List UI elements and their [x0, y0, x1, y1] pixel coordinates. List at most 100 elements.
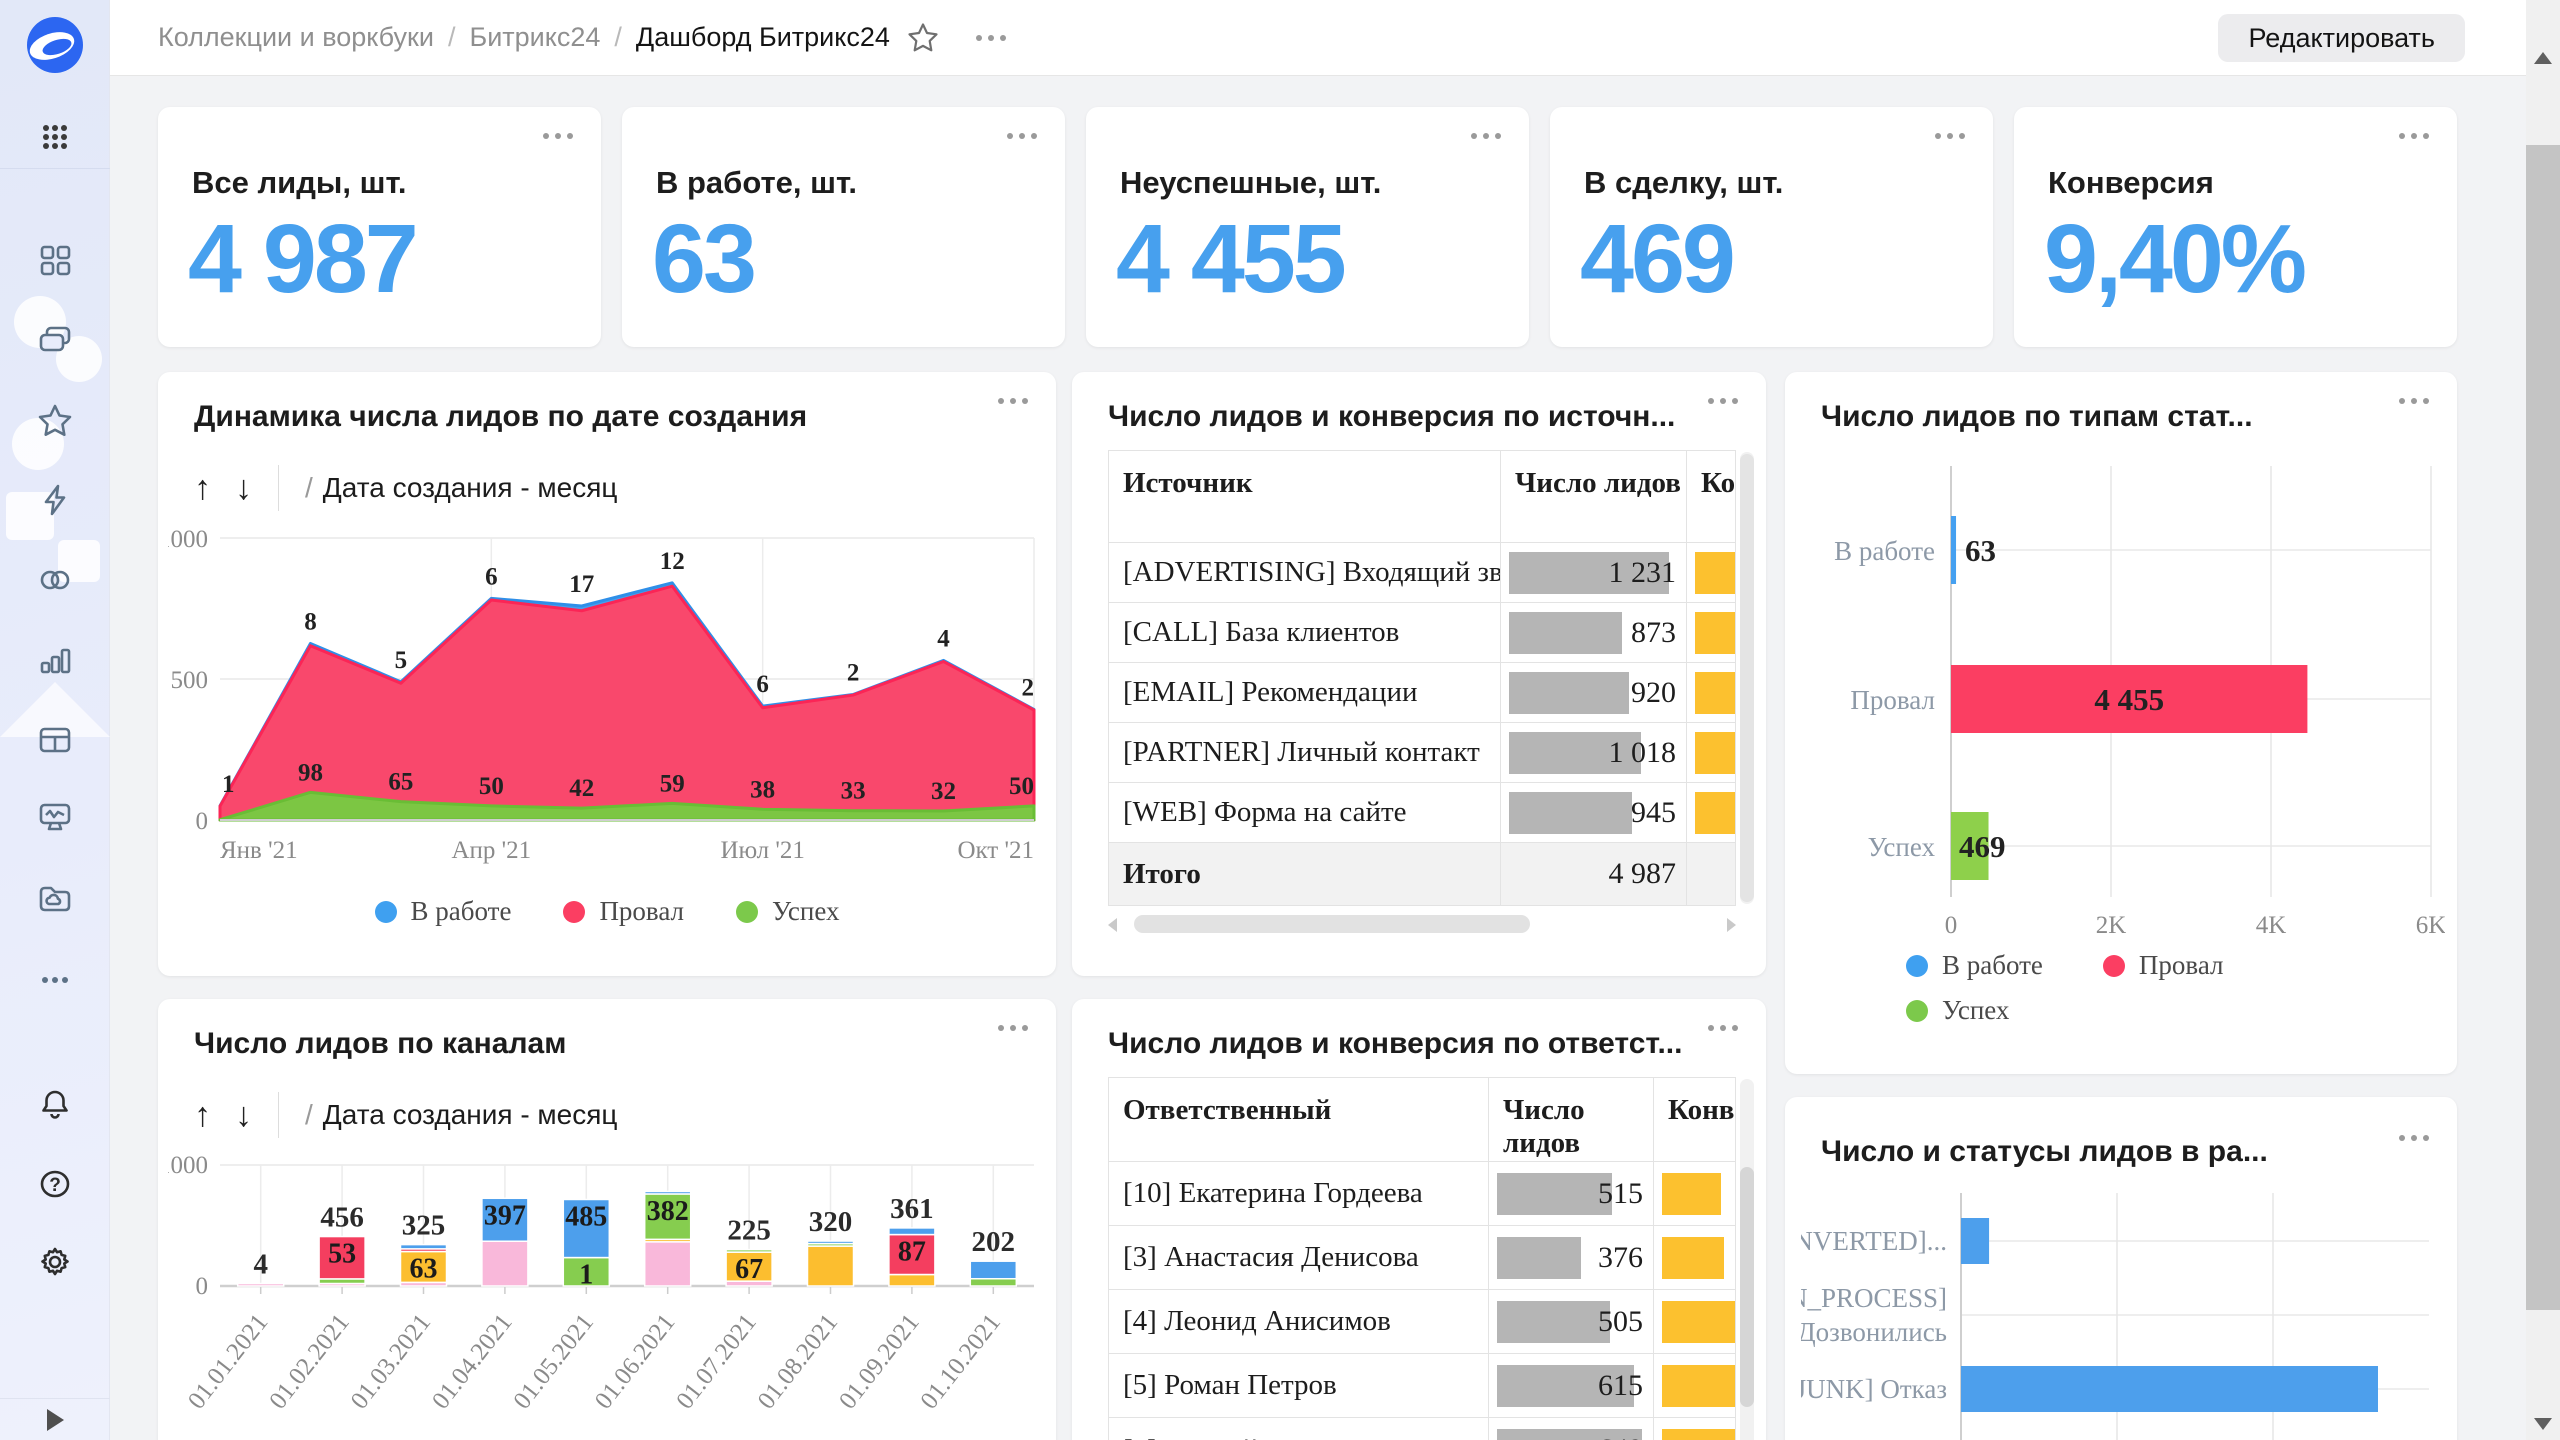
dashboard-more-menu-icon[interactable] — [976, 35, 1006, 41]
drilldown-label[interactable]: Дата создания - месяц — [323, 1099, 618, 1131]
svg-text:325: 325 — [402, 1210, 446, 1242]
source-name: [EMAIL] Рекомендации — [1109, 663, 1501, 722]
svg-text:67: 67 — [735, 1254, 763, 1285]
card-leads-by-source: Число лидов и конверсия по источн... Ист… — [1072, 372, 1766, 976]
monitoring-icon[interactable] — [0, 786, 110, 850]
notifications-bell-icon[interactable] — [0, 1072, 110, 1136]
legend-label: В работе — [1942, 950, 2043, 981]
legend-label: Провал — [599, 896, 684, 927]
legend-dot-blue — [375, 901, 397, 923]
favorite-star-icon[interactable] — [906, 21, 940, 55]
tables-icon[interactable] — [0, 708, 110, 772]
drilldown-label[interactable]: Дата создания - месяц — [323, 472, 618, 504]
svg-text:59: 59 — [660, 770, 685, 797]
card-menu-icon[interactable] — [2399, 133, 2429, 139]
card-leads-by-status-type: Число лидов по типам стат... 634 455469В… — [1785, 372, 2457, 1074]
card-menu-icon[interactable] — [1007, 133, 1037, 139]
more-icon[interactable] — [0, 948, 110, 1012]
breadcrumb-collections[interactable]: Коллекции и воркбуки — [158, 22, 434, 53]
svg-text:12: 12 — [660, 548, 685, 575]
svg-text:[IN_PROCESS]: [IN_PROCESS] — [1801, 1283, 1947, 1313]
legend-item-v-rabote[interactable]: В работе — [375, 896, 512, 927]
svg-text:500: 500 — [171, 667, 209, 694]
sidebar-expand-button[interactable] — [0, 1398, 110, 1440]
card-menu-icon[interactable] — [1935, 133, 1965, 139]
card-menu-icon[interactable] — [998, 1025, 1028, 1031]
scroll-thumb[interactable] — [1134, 915, 1530, 933]
svg-text:2K: 2K — [2096, 912, 2127, 939]
card-menu-icon[interactable] — [2399, 398, 2429, 404]
column-header-responsible[interactable]: Ответственный — [1109, 1078, 1489, 1161]
scroll-down-arrow-icon[interactable] — [2534, 1418, 2552, 1430]
column-header-conversion[interactable]: Конверсия — [1687, 451, 1736, 542]
kpi-card-deals: В сделку, шт. 469 — [1550, 107, 1993, 347]
svg-text:98: 98 — [298, 759, 323, 786]
conversion-bar — [1662, 1173, 1721, 1215]
legend-dot-red — [2103, 955, 2125, 977]
sidebar: ? — [0, 0, 110, 1440]
svg-text:[CONVERTED]...: [CONVERTED]... — [1801, 1226, 1947, 1256]
svg-text:0: 0 — [196, 1273, 209, 1300]
table-vertical-scrollbar[interactable] — [1740, 1079, 1754, 1440]
scroll-up-arrow-icon[interactable] — [2534, 52, 2552, 64]
responsible-name: [6] Андрей Бутов — [1109, 1418, 1489, 1440]
legend-item-uspeh[interactable]: Успех — [736, 896, 839, 927]
collections-icon[interactable] — [0, 308, 110, 372]
datalens-logo-icon[interactable] — [26, 16, 84, 74]
apps-grid-icon[interactable] — [0, 105, 110, 169]
sort-desc-icon[interactable]: ↓ — [235, 1098, 252, 1132]
card-menu-icon[interactable] — [1708, 1025, 1738, 1031]
sort-asc-icon[interactable]: ↑ — [194, 471, 211, 505]
card-menu-icon[interactable] — [998, 398, 1028, 404]
svg-text:485: 485 — [565, 1201, 607, 1232]
leads-value: 515 — [1598, 1177, 1643, 1211]
edit-button[interactable]: Редактировать — [2218, 14, 2465, 62]
table-row: [EMAIL] Рекомендации 920 — [1109, 663, 1735, 723]
svg-text:В работе: В работе — [1834, 536, 1935, 566]
card-leads-by-responsible: Число лидов и конверсия по ответст... От… — [1072, 999, 1766, 1440]
card-menu-icon[interactable] — [2399, 1135, 2429, 1141]
sort-asc-icon[interactable]: ↑ — [194, 1098, 211, 1132]
legend-item-uspeh[interactable]: Успех — [1906, 995, 2009, 1026]
table-vertical-scrollbar[interactable] — [1740, 452, 1754, 904]
sources-table: Источник Число лидов Конверсия [ADVERTIS… — [1108, 450, 1736, 906]
top-header: Коллекции и воркбуки / Битрикс24 / Дашбо… — [110, 0, 2560, 76]
pages-icon[interactable] — [0, 228, 110, 292]
leads-value: 615 — [1598, 1369, 1643, 1403]
svg-text:456: 456 — [320, 1202, 364, 1234]
datalens-dashboard: ? Коллекции и воркбуки / Битрикс24 / Даш… — [0, 0, 2560, 1440]
sort-desc-icon[interactable]: ↓ — [235, 471, 252, 505]
functions-lightning-icon[interactable] — [0, 468, 110, 532]
page-scrollbar[interactable] — [2526, 0, 2560, 1440]
column-header-conversion[interactable]: Конверсия — [1654, 1078, 1736, 1161]
page-scroll-thumb[interactable] — [2526, 145, 2560, 1310]
kpi-title: Все лиды, шт. — [192, 165, 407, 201]
column-header-leads[interactable]: Число лидов — [1501, 451, 1687, 542]
column-header-leads[interactable]: Число лидов — [1489, 1078, 1654, 1161]
card-menu-icon[interactable] — [543, 133, 573, 139]
legend-item-proval[interactable]: Провал — [2103, 950, 2224, 981]
breadcrumb-current-dashboard: Дашборд Битрикс24 — [636, 22, 890, 53]
column-header-source[interactable]: Источник — [1109, 451, 1501, 542]
scroll-right-arrow-icon[interactable] — [1727, 918, 1736, 932]
breadcrumb-workbook[interactable]: Битрикс24 — [469, 22, 600, 53]
svg-text:Успех: Успех — [1868, 832, 1936, 862]
help-icon[interactable]: ? — [0, 1152, 110, 1216]
scroll-left-arrow-icon[interactable] — [1108, 918, 1117, 932]
legend-item-proval[interactable]: Провал — [563, 896, 684, 927]
table-row: [5] Роман Петров 615 — [1109, 1354, 1735, 1418]
settings-gear-icon[interactable] — [0, 1230, 110, 1294]
total-label: Итого — [1109, 843, 1501, 905]
storage-folder-icon[interactable] — [0, 866, 110, 930]
svg-text:1: 1 — [222, 771, 235, 798]
card-menu-icon[interactable] — [1708, 398, 1738, 404]
favorites-star-icon[interactable] — [0, 388, 110, 452]
charts-icon[interactable] — [0, 628, 110, 692]
connections-icon[interactable] — [0, 548, 110, 612]
total-value: 4 987 — [1609, 857, 1677, 891]
svg-text:6: 6 — [485, 563, 498, 590]
table-horizontal-scrollbar[interactable] — [1108, 914, 1736, 934]
svg-text:33: 33 — [841, 778, 866, 805]
legend-item-v-rabote[interactable]: В работе — [1906, 950, 2043, 981]
card-menu-icon[interactable] — [1471, 133, 1501, 139]
